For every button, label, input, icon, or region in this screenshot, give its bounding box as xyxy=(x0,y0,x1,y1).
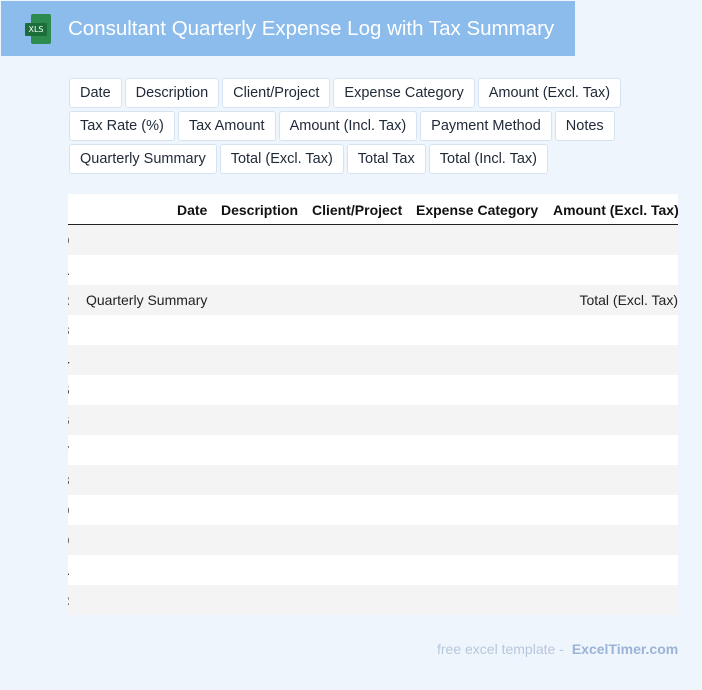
footer-text: free excel template - xyxy=(437,641,564,657)
table-row[interactable]: 2Quarterly SummaryTotal (Excl. Tax) xyxy=(68,285,678,315)
chip-notes[interactable]: Notes xyxy=(554,111,615,141)
table-row[interactable]: 2 xyxy=(68,585,678,615)
table-header: Date Description Client/Project Expense … xyxy=(68,194,678,225)
table-row[interactable]: 0 xyxy=(68,525,678,555)
table-row[interactable]: 3 xyxy=(68,315,678,345)
chip-description[interactable]: Description xyxy=(124,78,220,108)
chip-date[interactable]: Date xyxy=(69,78,122,108)
chip-expense-category[interactable]: Expense Category xyxy=(333,78,475,108)
total-excl-tax-cell: Total (Excl. Tax) xyxy=(579,292,678,308)
table-row[interactable]: 7 xyxy=(68,435,678,465)
footer-brand-link[interactable]: ExcelTimer.com xyxy=(572,641,678,657)
xls-file-icon: XLS xyxy=(25,13,51,44)
chip-total-incl-tax[interactable]: Total (Incl. Tax) xyxy=(428,144,548,174)
table-row[interactable]: 1 xyxy=(68,255,678,285)
col-amount-excl-tax[interactable]: Amount (Excl. Tax) xyxy=(553,202,678,218)
chip-amount-excl-tax[interactable]: Amount (Excl. Tax) xyxy=(477,78,622,108)
table-row[interactable]: 5 xyxy=(68,375,678,405)
footer-credit: free excel template - ExcelTimer.com xyxy=(437,641,678,657)
column-chip-list: Date Description Client/Project Expense … xyxy=(69,78,669,174)
table-row[interactable]: 0 xyxy=(68,225,678,255)
table-row[interactable]: 1 xyxy=(68,555,678,585)
title-banner: XLS Consultant Quarterly Expense Log wit… xyxy=(1,1,575,56)
col-date[interactable]: Date xyxy=(177,202,207,218)
chip-client-project[interactable]: Client/Project xyxy=(222,78,331,108)
quarterly-summary-cell: Quarterly Summary xyxy=(86,292,208,308)
chip-total-tax[interactable]: Total Tax xyxy=(346,144,426,174)
table-row[interactable]: 9 xyxy=(68,495,678,525)
chip-total-excl-tax[interactable]: Total (Excl. Tax) xyxy=(219,144,344,174)
chip-quarterly-summary[interactable]: Quarterly Summary xyxy=(69,144,217,174)
chip-amount-incl-tax[interactable]: Amount (Incl. Tax) xyxy=(278,111,418,141)
chip-tax-amount[interactable]: Tax Amount xyxy=(177,111,276,141)
table-row[interactable]: 4 xyxy=(68,345,678,375)
chip-payment-method[interactable]: Payment Method xyxy=(420,111,552,141)
table-row[interactable]: 6 xyxy=(68,405,678,435)
table-body: 0 1 2Quarterly SummaryTotal (Excl. Tax) … xyxy=(68,225,678,615)
col-description[interactable]: Description xyxy=(221,202,298,218)
chip-tax-rate[interactable]: Tax Rate (%) xyxy=(69,111,175,141)
col-client-project[interactable]: Client/Project xyxy=(312,202,402,218)
table-row[interactable]: 8 xyxy=(68,465,678,495)
expense-table: Date Description Client/Project Expense … xyxy=(68,194,678,615)
page-title: Consultant Quarterly Expense Log with Ta… xyxy=(68,16,555,40)
col-expense-category[interactable]: Expense Category xyxy=(416,202,538,218)
